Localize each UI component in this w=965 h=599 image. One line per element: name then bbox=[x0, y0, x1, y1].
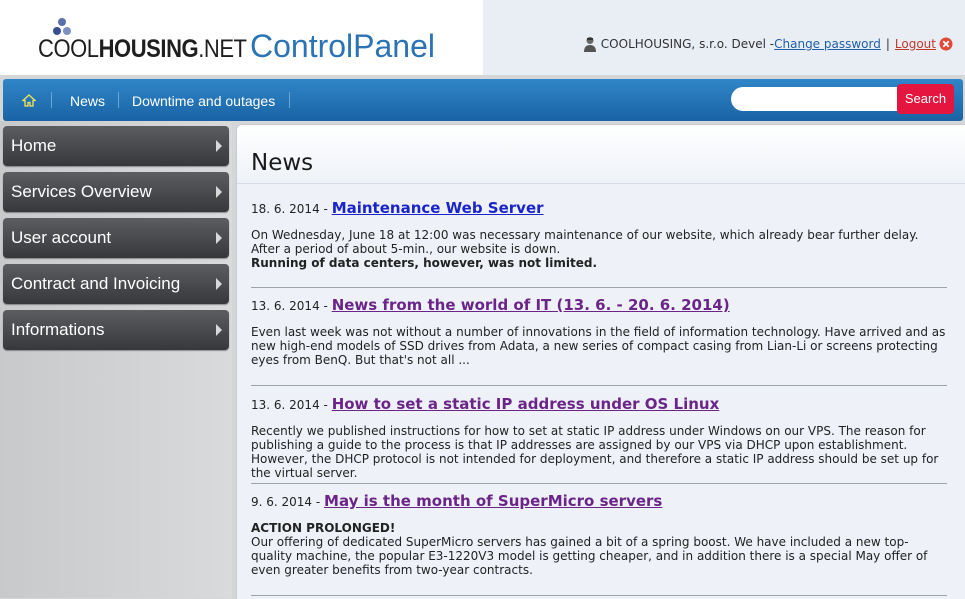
logo-bold: HOUSING bbox=[98, 35, 199, 63]
news-heading: 18. 6. 2014 - Maintenance Web Server bbox=[251, 199, 947, 218]
news-date: 13. 6. 2014 - bbox=[251, 299, 328, 313]
news-title-link[interactable]: Maintenance Web Server bbox=[332, 199, 544, 217]
chevron-right-icon bbox=[216, 140, 222, 152]
sidebar-item-label: Informations bbox=[11, 320, 105, 339]
sidebar-item-label: User account bbox=[11, 228, 112, 247]
main-content: News 18. 6. 2014 - Maintenance Web Serve… bbox=[236, 124, 965, 599]
news-divider bbox=[251, 385, 947, 386]
search-button[interactable]: Search bbox=[897, 84, 954, 114]
news-date: 18. 6. 2014 - bbox=[251, 202, 328, 216]
chevron-right-icon bbox=[216, 232, 222, 244]
logo-light: COOL bbox=[38, 35, 99, 63]
news-body: ACTION PROLONGED! Our offering of dedica… bbox=[251, 521, 947, 577]
news-item: 13. 6. 2014 - How to set a static IP add… bbox=[251, 395, 947, 480]
news-body: On Wednesday, June 18 at 12:00 was neces… bbox=[251, 228, 947, 270]
news-body-text: Recently we published instructions for h… bbox=[251, 424, 939, 480]
news-item: 9. 6. 2014 - May is the month of SuperMi… bbox=[251, 492, 947, 577]
news-date: 9. 6. 2014 - bbox=[251, 495, 321, 509]
sidebar-item-services-overview[interactable]: Services Overview bbox=[3, 172, 229, 212]
change-password-link[interactable]: Change password bbox=[774, 37, 881, 51]
nav-separator bbox=[118, 92, 119, 108]
news-heading: 13. 6. 2014 - How to set a static IP add… bbox=[251, 395, 947, 414]
chevron-right-icon bbox=[216, 186, 222, 198]
news-body-bold: ACTION PROLONGED! bbox=[251, 521, 396, 535]
coolhousing-logo[interactable]: COOLHOUSING.NET bbox=[38, 17, 247, 65]
main-header: News bbox=[237, 125, 965, 184]
news-body-text: Even last week was not without a number … bbox=[251, 325, 946, 367]
search-input[interactable] bbox=[731, 87, 901, 111]
home-icon[interactable] bbox=[22, 94, 36, 107]
nav-news[interactable]: News bbox=[70, 79, 105, 121]
news-heading: 9. 6. 2014 - May is the month of SuperMi… bbox=[251, 492, 947, 511]
news-date: 13. 6. 2014 - bbox=[251, 398, 328, 412]
logo-suffix: .NET bbox=[198, 35, 247, 63]
nav-downtime-outages[interactable]: Downtime and outages bbox=[132, 79, 275, 121]
news-body-text: Our offering of dedicated SuperMicro ser… bbox=[251, 535, 928, 577]
news-item: 18. 6. 2014 - Maintenance Web Server On … bbox=[251, 199, 947, 270]
close-circle-icon[interactable] bbox=[939, 37, 953, 51]
news-item: 13. 6. 2014 - News from the world of IT … bbox=[251, 296, 947, 367]
news-title-link[interactable]: May is the month of SuperMicro servers bbox=[324, 492, 662, 510]
user-bar: COOLHOUSING, s.r.o. Devel - Change passw… bbox=[583, 36, 953, 52]
news-heading: 13. 6. 2014 - News from the world of IT … bbox=[251, 296, 947, 315]
news-title-link[interactable]: News from the world of IT (13. 6. - 20. … bbox=[332, 296, 730, 314]
logo-dots-icon bbox=[53, 18, 71, 35]
sidebar-item-informations[interactable]: Informations bbox=[3, 310, 229, 350]
news-divider bbox=[251, 483, 947, 484]
sidebar-item-label: Contract and Invoicing bbox=[11, 274, 181, 293]
news-divider bbox=[251, 287, 947, 288]
chevron-right-icon bbox=[216, 278, 222, 290]
userbar-separator: | bbox=[885, 37, 890, 51]
chevron-right-icon bbox=[216, 324, 222, 336]
sidebar-item-user-account[interactable]: User account bbox=[3, 218, 229, 258]
sidebar-item-contract-invoicing[interactable]: Contract and Invoicing bbox=[3, 264, 229, 304]
news-divider bbox=[251, 595, 947, 596]
user-label: COOLHOUSING, s.r.o. Devel - bbox=[600, 37, 775, 51]
sidebar-item-label: Home bbox=[11, 136, 57, 155]
news-body-text: On Wednesday, June 18 at 12:00 was neces… bbox=[251, 228, 919, 256]
logo-text: COOLHOUSING.NET bbox=[38, 35, 247, 64]
news-title-link[interactable]: How to set a static IP address under OS … bbox=[332, 395, 720, 413]
nav-separator bbox=[289, 92, 290, 108]
news-body: Recently we published instructions for h… bbox=[251, 424, 947, 480]
sidebar: Home Services Overview User account Cont… bbox=[0, 121, 232, 598]
user-icon bbox=[583, 37, 596, 52]
app-title: ControlPanel bbox=[250, 28, 435, 64]
page-title: News bbox=[251, 150, 314, 176]
nav-separator bbox=[51, 92, 52, 108]
header: COOLHOUSING.NET ControlPanel COOLHOUSING… bbox=[0, 0, 965, 75]
news-body-bold: Running of data centers, however, was no… bbox=[251, 256, 598, 270]
sidebar-item-home[interactable]: Home bbox=[3, 126, 229, 166]
logout-link[interactable]: Logout bbox=[895, 37, 936, 51]
sidebar-item-label: Services Overview bbox=[11, 182, 152, 201]
news-body: Even last week was not without a number … bbox=[251, 325, 947, 367]
